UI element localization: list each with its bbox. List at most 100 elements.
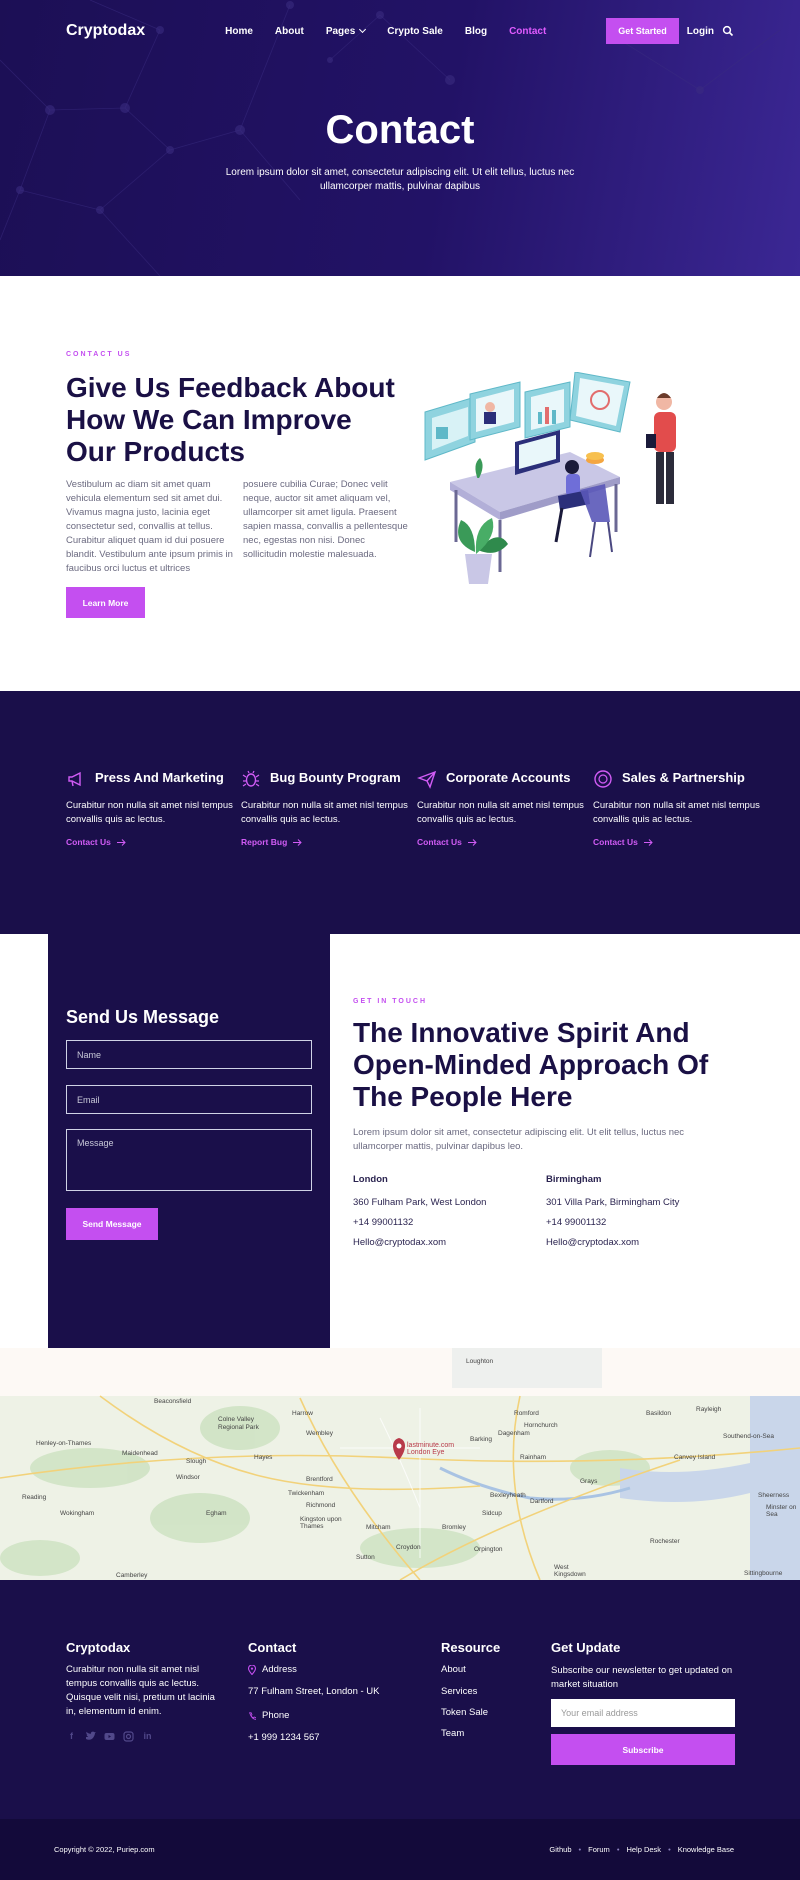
- service-text: Curabitur non nulla sit amet nisl tempus…: [593, 800, 760, 825]
- service-contact-link[interactable]: Contact Us: [593, 837, 763, 847]
- bottom-link-help-desk[interactable]: Help Desk: [626, 1845, 661, 1854]
- map-label: Colne Valley Regional Park: [218, 1416, 259, 1431]
- megaphone-icon: [68, 771, 81, 787]
- service-contact-link[interactable]: Contact Us: [66, 837, 236, 847]
- footer-link-token-sale[interactable]: Token Sale: [441, 1707, 488, 1718]
- hero-subtitle-line2: ullamcorper mattis, pulvinar dapibus: [319, 181, 481, 192]
- footer-update-title: Get Update: [551, 1640, 621, 1655]
- footer-brand[interactable]: Cryptodax: [66, 1640, 130, 1655]
- map-label: Rainham: [520, 1454, 547, 1461]
- get-in-touch-heading: The Innovative Spirit And Open-Minded Ap…: [353, 1017, 709, 1112]
- service-link-label: Contact Us: [417, 837, 462, 847]
- footer-phone[interactable]: +1 999 1234 567: [248, 1731, 320, 1745]
- bottom-link-knowledge-base[interactable]: Knowledge Base: [678, 1845, 734, 1854]
- map-label: Sittingbourne: [744, 1570, 783, 1577]
- footer-resource-title: Resource: [441, 1640, 501, 1655]
- service-text: Curabitur non nulla sit amet nisl tempus…: [417, 800, 584, 825]
- map-label-london-eye[interactable]: lastminute.com London Eye: [407, 1442, 467, 1456]
- send-message-button[interactable]: Send Message: [66, 1208, 158, 1240]
- feedback-text-col2: posuere cubilia Curae; Donec velit neque…: [243, 479, 408, 560]
- office-email[interactable]: Hello@cryptodax.xom: [353, 1237, 533, 1248]
- learn-more-button[interactable]: Learn More: [66, 587, 145, 618]
- footer-link-services[interactable]: Services: [441, 1686, 477, 1697]
- name-input[interactable]: [66, 1040, 312, 1069]
- youtube-icon[interactable]: [104, 1731, 115, 1742]
- map-label: Wokingham: [60, 1510, 95, 1517]
- map-label: Brentford: [306, 1476, 333, 1483]
- nav-item-crypto-sale[interactable]: Crypto Sale: [387, 26, 443, 37]
- office-email[interactable]: Hello@cryptodax.xom: [546, 1237, 726, 1248]
- service-report-link[interactable]: Report Bug: [241, 837, 411, 847]
- bug-icon: [242, 770, 260, 787]
- map-label: Minster on Sea: [766, 1504, 797, 1518]
- map-label: Dartford: [530, 1498, 554, 1505]
- subscribe-button[interactable]: Subscribe: [551, 1734, 735, 1765]
- map-label: Hayes: [254, 1454, 273, 1461]
- service-contact-link[interactable]: Contact Us: [417, 837, 587, 847]
- map-label: Sheerness: [758, 1492, 790, 1499]
- map-label: Harrow: [292, 1410, 313, 1417]
- separator-dot: •: [668, 1845, 671, 1854]
- map-label: Dagenham: [498, 1430, 530, 1437]
- map-label: Kingston upon Thames: [300, 1516, 342, 1530]
- instagram-icon[interactable]: [123, 1731, 134, 1742]
- map-label: Basildon: [646, 1410, 671, 1417]
- login-link[interactable]: Login: [687, 26, 714, 37]
- map-label: Maidenhead: [122, 1450, 158, 1457]
- linkedin-icon[interactable]: in: [142, 1731, 153, 1742]
- nav-item-about[interactable]: About: [275, 26, 304, 37]
- floating-screen-right: [569, 372, 631, 433]
- plant-small: [474, 458, 484, 488]
- twitter-icon[interactable]: [85, 1731, 96, 1742]
- service-link-label: Contact Us: [593, 837, 638, 847]
- floating-screen-video: [469, 381, 521, 441]
- footer-address: 77 Fulham Street, London - UK: [248, 1686, 380, 1697]
- map-label: Canvey Island: [674, 1454, 716, 1461]
- map-label: Loughton: [466, 1358, 494, 1365]
- bottom-link-github[interactable]: Github: [549, 1845, 571, 1854]
- office-phone[interactable]: +14 99001132: [353, 1217, 533, 1228]
- get-started-button[interactable]: Get Started: [606, 18, 679, 44]
- nav-item-contact[interactable]: Contact: [509, 26, 546, 37]
- search-icon[interactable]: [722, 25, 734, 37]
- nav-item-pages[interactable]: Pages: [326, 25, 367, 37]
- office-phone[interactable]: +14 99001132: [546, 1217, 726, 1228]
- footer-link-about[interactable]: About: [441, 1664, 466, 1675]
- message-textarea[interactable]: [66, 1129, 312, 1191]
- contact-section: Send Us Message Send Message GET IN TOUC…: [0, 912, 800, 1348]
- bottom-link-forum[interactable]: Forum: [588, 1845, 610, 1854]
- nav-actions: Get Started Login: [606, 18, 734, 44]
- nav-item-blog[interactable]: Blog: [465, 26, 487, 37]
- arrow-right-icon: [467, 838, 477, 846]
- service-text: Curabitur non nulla sit amet nisl tempus…: [66, 800, 233, 825]
- map-label: Barking: [470, 1436, 493, 1443]
- service-title: Sales & Partnership: [622, 770, 745, 785]
- chevron-down-icon: [359, 25, 367, 33]
- map-label: Reading: [22, 1494, 47, 1501]
- map-label: Wembley: [306, 1430, 333, 1437]
- get-in-touch-text: Lorem ipsum dolor sit amet, consectetur …: [353, 1127, 685, 1152]
- social-links: f in: [66, 1731, 153, 1742]
- footer-link-team[interactable]: Team: [441, 1728, 464, 1739]
- floating-screen-left: [424, 396, 476, 461]
- newsletter-email-input[interactable]: [551, 1699, 735, 1727]
- badge-icon: [594, 770, 612, 788]
- page-title: Contact: [325, 108, 475, 152]
- service-link-label: Contact Us: [66, 837, 111, 847]
- map-label: Slough: [186, 1458, 207, 1465]
- site-logo[interactable]: Cryptodax: [66, 22, 145, 40]
- location-map[interactable]: Loughton Beaconsfield Colne Valley Regio…: [0, 1348, 800, 1580]
- service-title: Corporate Accounts: [446, 770, 571, 785]
- separator-dot: •: [616, 1845, 620, 1854]
- paper-plane-icon: [417, 770, 437, 789]
- feedback-heading: Give Us Feedback About How We Can Improv…: [66, 372, 395, 467]
- facebook-icon[interactable]: f: [66, 1731, 77, 1742]
- email-input[interactable]: [66, 1085, 312, 1114]
- feedback-eyebrow: CONTACT US: [66, 351, 132, 358]
- map-label: Romford: [514, 1410, 539, 1417]
- hero-subtitle: Lorem ipsum dolor sit amet, consectetur …: [0, 166, 800, 194]
- nav-item-home[interactable]: Home: [225, 26, 253, 37]
- map-label: Richmond: [306, 1502, 336, 1509]
- bottom-bar: Copyright © 2022, Puriep.com Github • Fo…: [0, 1819, 800, 1880]
- office-address: 360 Fulham Park, West London: [353, 1197, 487, 1208]
